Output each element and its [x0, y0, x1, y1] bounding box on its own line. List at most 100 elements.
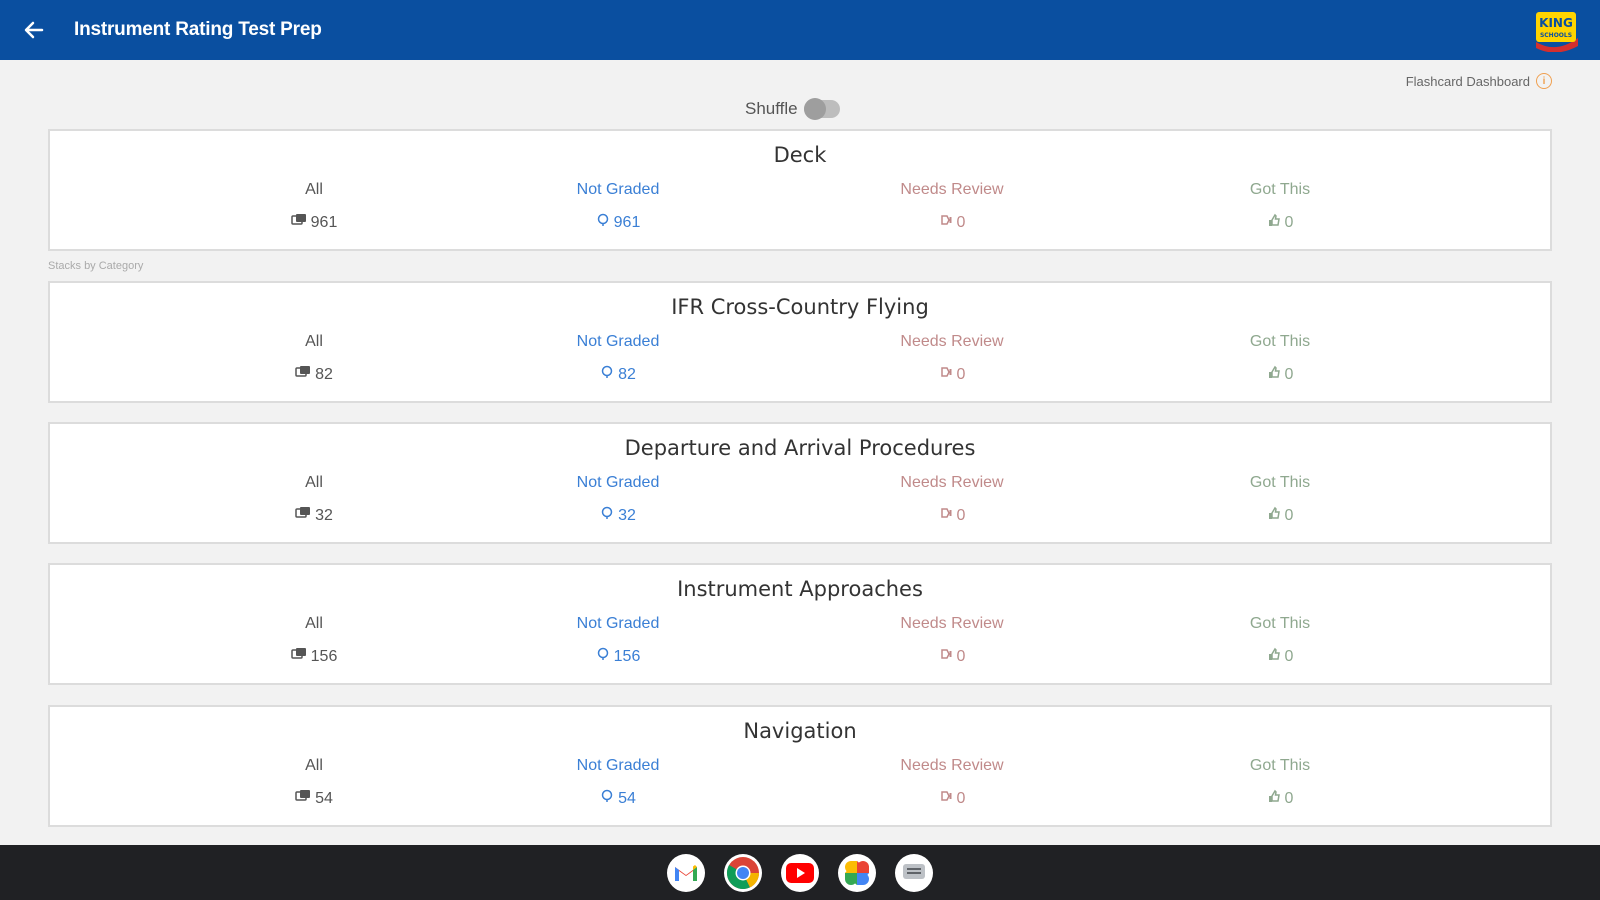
stat-label: Not Graded: [576, 474, 660, 491]
stat-got-this[interactable]: Got This 0: [1190, 755, 1370, 808]
stat-not-graded[interactable]: Not Graded 82: [528, 331, 708, 384]
stat-count: 0: [1284, 789, 1294, 807]
shuffle-control: Shuffle: [745, 98, 840, 120]
question-icon: [600, 789, 614, 808]
stat-label: Not Graded: [576, 757, 660, 774]
shuffle-label: Shuffle: [745, 99, 798, 118]
stat-not-graded[interactable]: Not Graded 156: [528, 613, 708, 666]
cards-stack-icon: [295, 506, 311, 525]
stat-count: 0: [956, 213, 966, 231]
stat-count: 54: [618, 789, 636, 807]
question-icon: [596, 647, 610, 666]
stat-count: 0: [1284, 213, 1294, 231]
youtube-icon[interactable]: [781, 853, 819, 892]
messages-icon[interactable]: [895, 853, 933, 892]
stat-count: 54: [315, 789, 333, 807]
stat-not-graded[interactable]: Not Graded 54: [528, 755, 708, 808]
stat-label: All: [305, 474, 323, 491]
stat-label: Not Graded: [576, 615, 660, 632]
stat-label: Needs Review: [900, 181, 1004, 198]
stat-label: All: [305, 333, 323, 350]
stack-card[interactable]: IFR Cross-Country Flying All 82 Not Graded 8…: [48, 281, 1552, 403]
stat-count: 0: [1284, 506, 1294, 524]
stat-needs-review[interactable]: Needs Review 0: [862, 613, 1042, 666]
stat-count: 156: [310, 647, 338, 665]
stat-count: 0: [956, 365, 966, 383]
stat-label: Got This: [1249, 181, 1311, 198]
back-button[interactable]: [18, 14, 50, 46]
stat-all[interactable]: All 156: [224, 613, 404, 666]
section-caption: Stacks by Category: [48, 260, 144, 272]
toggle-knob: [803, 98, 826, 120]
stat-got-this[interactable]: Got This 0: [1190, 613, 1370, 666]
stat-got-this[interactable]: Got This 0: [1190, 472, 1370, 525]
svg-text:SCHOOLS: SCHOOLS: [1540, 32, 1572, 39]
stat-label: Needs Review: [900, 757, 1004, 774]
os-taskbar: [0, 845, 1600, 900]
stat-count: 0: [956, 506, 966, 524]
gmail-icon[interactable]: [667, 853, 705, 892]
stat-label: Got This: [1249, 333, 1311, 350]
stat-needs-review[interactable]: Needs Review 0: [862, 179, 1042, 232]
stat-value: 961: [224, 213, 404, 232]
stat-label: Not Graded: [576, 333, 660, 350]
stat-value: 0: [862, 647, 1042, 666]
cards-stack-icon: [295, 365, 311, 384]
stat-label: Needs Review: [900, 615, 1004, 632]
stack-card[interactable]: Navigation All 54 Not Graded 54 Needs Review 0…: [48, 705, 1552, 827]
info-icon[interactable]: i: [1536, 73, 1552, 89]
stat-label: Got This: [1249, 757, 1311, 774]
stack-card[interactable]: Departure and Arrival Procedures All 32 Not…: [48, 422, 1552, 544]
stat-value: 32: [528, 506, 708, 525]
photos-icon[interactable]: [838, 853, 876, 892]
stat-value: 0: [1190, 647, 1370, 666]
stat-all[interactable]: All 32: [224, 472, 404, 525]
stat-label: All: [305, 615, 323, 632]
cards-stack-icon: [295, 789, 311, 808]
chrome-icon[interactable]: [724, 853, 762, 892]
stat-not-graded[interactable]: Not Graded 961: [528, 179, 708, 232]
thumbs-up-icon: [1267, 365, 1281, 384]
svg-text:KING: KING: [1539, 16, 1573, 30]
app-title: Instrument Rating Test Prep: [74, 19, 322, 40]
stat-not-graded[interactable]: Not Graded 32: [528, 472, 708, 525]
stat-value: 0: [862, 506, 1042, 525]
stat-all[interactable]: All 82: [224, 331, 404, 384]
arrow-left-icon: [24, 21, 44, 39]
stat-count: 82: [315, 365, 333, 383]
thumbs-down-icon: [939, 647, 953, 666]
stat-all[interactable]: All 54: [224, 755, 404, 808]
stat-label: Got This: [1249, 615, 1311, 632]
stat-value: 0: [862, 789, 1042, 808]
stat-needs-review[interactable]: Needs Review 0: [862, 472, 1042, 525]
stat-value: 0: [1190, 789, 1370, 808]
stat-value: 0: [1190, 365, 1370, 384]
stat-needs-review[interactable]: Needs Review 0: [862, 755, 1042, 808]
stat-value: 156: [224, 647, 404, 666]
thumbs-up-icon: [1267, 647, 1281, 666]
thumbs-up-icon: [1267, 213, 1281, 232]
shuffle-toggle[interactable]: [803, 98, 840, 120]
stack-card[interactable]: Deck All 961 Not Graded 961 Needs Review 0 Got …: [48, 129, 1552, 251]
thumbs-down-icon: [939, 213, 953, 232]
question-icon: [596, 213, 610, 232]
stat-label: All: [305, 181, 323, 198]
stat-label: Needs Review: [900, 474, 1004, 491]
stat-value: 0: [1190, 213, 1370, 232]
stat-count: 961: [613, 213, 641, 231]
stat-count: 156: [613, 647, 641, 665]
stat-value: 0: [862, 213, 1042, 232]
stat-needs-review[interactable]: Needs Review 0: [862, 331, 1042, 384]
stat-all[interactable]: All 961: [224, 179, 404, 232]
stack-card[interactable]: Instrument Approaches All 156 Not Graded 156…: [48, 563, 1552, 685]
stat-got-this[interactable]: Got This 0: [1190, 179, 1370, 232]
thumbs-down-icon: [939, 506, 953, 525]
stack-title: Navigation: [743, 719, 857, 743]
flashcard-dashboard-link[interactable]: Flashcard Dashboard i: [1406, 73, 1552, 89]
stat-value: 0: [1190, 506, 1370, 525]
stat-count: 32: [618, 506, 636, 524]
stat-count: 0: [1284, 647, 1294, 665]
stat-label: Got This: [1249, 474, 1311, 491]
stat-got-this[interactable]: Got This 0: [1190, 331, 1370, 384]
stat-value: 54: [224, 789, 404, 808]
